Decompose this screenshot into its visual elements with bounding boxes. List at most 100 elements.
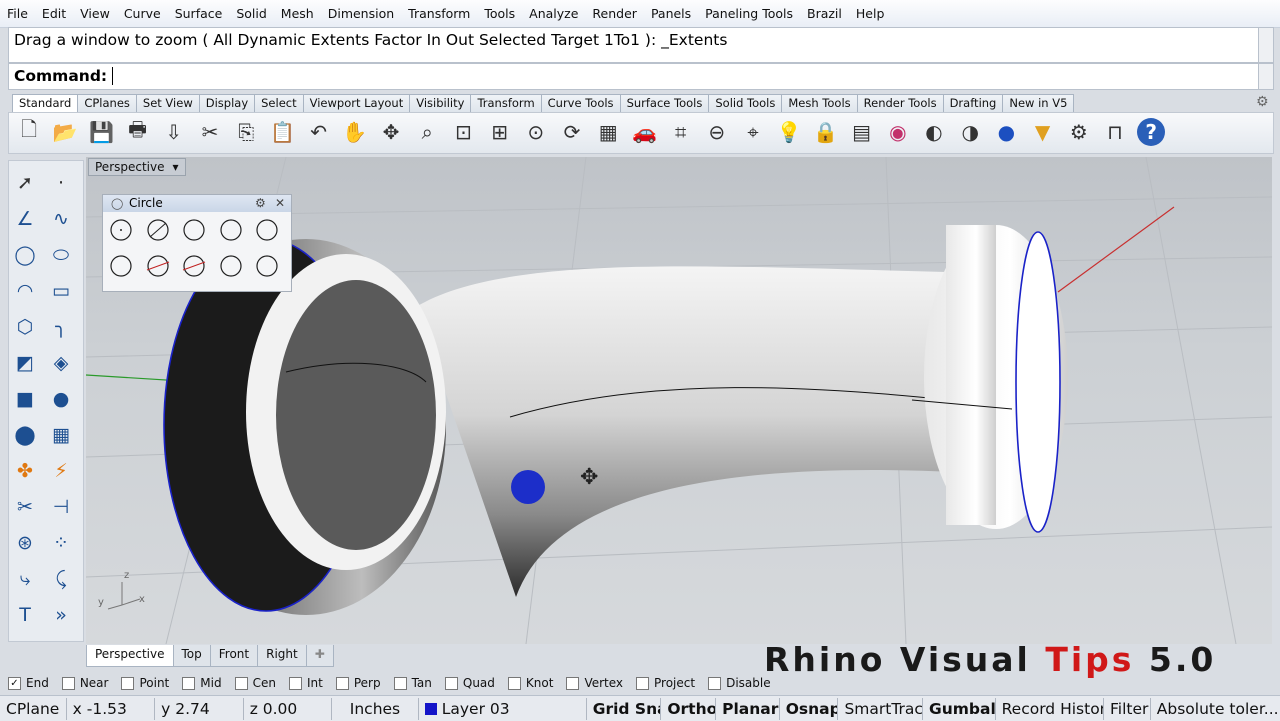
circle-center-radius-icon[interactable] <box>107 216 135 244</box>
open-folder-icon[interactable]: 📂 <box>51 118 79 146</box>
menu-item-file[interactable]: File <box>0 6 35 21</box>
more-icon[interactable]: » <box>47 601 75 629</box>
cylinder-icon[interactable]: ⬤ <box>11 421 39 449</box>
osnap-disable[interactable]: Disable <box>708 676 771 690</box>
tab-display[interactable]: Display <box>198 94 256 112</box>
menu-item-brazil[interactable]: Brazil <box>800 6 849 21</box>
circle-3pt-icon[interactable] <box>180 216 208 244</box>
osnap-end[interactable]: ✓ End <box>8 676 49 690</box>
osnap-point[interactable]: Point <box>121 676 169 690</box>
select-arrow-icon[interactable]: ➚ <box>11 169 39 197</box>
menu-item-analyze[interactable]: Analyze <box>522 6 585 21</box>
tab-transform[interactable]: Transform <box>470 94 542 112</box>
join-icon[interactable]: ⁘ <box>47 529 75 557</box>
point-icon[interactable]: · <box>47 169 75 197</box>
filter-toggle[interactable]: Filter <box>1104 697 1151 720</box>
osnap-tan[interactable]: Tan <box>393 676 432 690</box>
tab-new-in-v5[interactable]: New in V5 <box>1002 94 1075 112</box>
polyline-icon[interactable]: ∠ <box>11 205 39 233</box>
record-history-toggle[interactable]: Record Histor <box>996 697 1104 720</box>
sphere-icon[interactable]: ● <box>992 118 1020 146</box>
menu-item-view[interactable]: View <box>73 6 117 21</box>
osnap-checkbox[interactable] <box>566 676 580 690</box>
command-input[interactable]: Command: <box>8 63 1260 90</box>
snap-icon[interactable]: ⌖ <box>739 118 767 146</box>
osnap-knot[interactable]: Knot <box>507 676 553 690</box>
group-icon[interactable]: ⊛ <box>11 529 39 557</box>
viewport-tab-front[interactable]: Front <box>209 645 259 667</box>
mesh-icon[interactable]: ▦ <box>47 421 75 449</box>
transform-icon[interactable]: ✤ <box>11 457 39 485</box>
grid-snap-toggle[interactable]: Grid Sna <box>587 697 662 720</box>
menu-item-surface[interactable]: Surface <box>168 6 230 21</box>
tab-standard[interactable]: Standard <box>12 94 79 112</box>
box-icon[interactable]: ■ <box>11 385 39 413</box>
osnap-checkbox[interactable] <box>636 676 650 690</box>
arc-icon[interactable]: ◠ <box>11 277 39 305</box>
menu-item-tools[interactable]: Tools <box>477 6 522 21</box>
osnap-checkbox[interactable] <box>507 676 521 690</box>
split-icon[interactable]: ⊣ <box>47 493 75 521</box>
sphere-icon[interactable]: ● <box>47 385 75 413</box>
osnap-checkbox[interactable] <box>444 676 458 690</box>
smarttrack-toggle[interactable]: SmartTrack <box>838 697 923 720</box>
osnap-checkbox[interactable] <box>393 676 407 690</box>
menu-item-dimension[interactable]: Dimension <box>321 6 401 21</box>
zoom-icon[interactable]: ⌕ <box>413 118 441 146</box>
gumball-toggle[interactable]: Gumbal <box>923 697 996 720</box>
chevron-down-icon[interactable]: ▾ <box>173 160 179 174</box>
cplane-label[interactable]: CPlane <box>0 697 67 720</box>
new-file-icon[interactable]: 🗋 <box>15 117 43 146</box>
menu-item-panels[interactable]: Panels <box>644 6 698 21</box>
tab-set-view[interactable]: Set View <box>135 94 200 112</box>
circle-icon[interactable]: ◯ <box>11 241 39 269</box>
command-scrollbar[interactable] <box>1258 63 1274 90</box>
planar-toggle[interactable]: Planar <box>716 697 780 720</box>
circle-fit-points-icon[interactable] <box>217 252 245 280</box>
tab-solid-tools[interactable]: Solid Tools <box>708 94 783 112</box>
rotate-icon[interactable]: ⟳ <box>558 118 586 146</box>
curve-from-object-icon[interactable]: ⤷ <box>11 565 39 593</box>
osnap-checkbox[interactable] <box>121 676 135 690</box>
add-viewport-tab-icon[interactable]: ✚ <box>305 645 334 667</box>
osnap-toggle[interactable]: Osnap <box>780 697 839 720</box>
array-icon[interactable]: ⚡ <box>47 457 75 485</box>
gumball-sphere[interactable] <box>511 470 545 504</box>
filter-icon[interactable]: ▼ <box>1029 118 1057 146</box>
viewport-tab-top[interactable]: Top <box>172 645 211 667</box>
tab-visibility[interactable]: Visibility <box>409 94 472 112</box>
tab-cplanes[interactable]: CPlanes <box>77 94 137 112</box>
lock-icon[interactable]: 🔒 <box>811 118 839 146</box>
circle-diameter-icon[interactable] <box>144 216 172 244</box>
osnap-near[interactable]: Near <box>61 676 108 690</box>
curve-icon[interactable]: ∿ <box>47 205 75 233</box>
pan-hand-icon[interactable]: ✋ <box>341 118 369 146</box>
dimension-icon[interactable]: ⤹ <box>47 565 75 593</box>
undo-icon[interactable]: ↶ <box>305 118 333 146</box>
menu-item-mesh[interactable]: Mesh <box>274 6 321 21</box>
viewport-title-tab[interactable]: Perspective ▾ <box>88 158 186 176</box>
viewport-tab-perspective[interactable]: Perspective <box>86 645 174 667</box>
osnap-checkbox[interactable] <box>708 676 722 690</box>
lightbulb-icon[interactable]: 💡 <box>775 118 803 146</box>
osnap-project[interactable]: Project <box>636 676 695 690</box>
units-label[interactable]: Inches <box>332 697 419 720</box>
close-icon[interactable]: ✕ <box>275 196 285 210</box>
tab-surface-tools[interactable]: Surface Tools <box>619 94 710 112</box>
tab-curve-tools[interactable]: Curve Tools <box>540 94 621 112</box>
import-icon[interactable]: ⇩ <box>160 118 188 146</box>
trim-icon[interactable]: ✂ <box>11 493 39 521</box>
cut-icon[interactable]: ✂ <box>196 118 224 146</box>
color-wheel-icon[interactable]: ◉ <box>884 118 912 146</box>
osnap-checkbox[interactable] <box>234 676 248 690</box>
four-view-icon[interactable]: ▦ <box>594 118 622 146</box>
shade-icon[interactable]: ◐ <box>920 118 948 146</box>
zoom-extents-icon[interactable]: ⊞ <box>486 118 514 146</box>
ellipse-icon[interactable]: ⬭ <box>47 241 75 269</box>
tab-viewport-layout[interactable]: Viewport Layout <box>302 94 411 112</box>
grid-icon[interactable]: ⌗ <box>667 118 695 146</box>
gear-icon[interactable]: ⚙ <box>255 196 266 210</box>
circle-tangent-2-icon[interactable] <box>180 252 208 280</box>
osnap-vertex[interactable]: Vertex <box>566 676 623 690</box>
tab-select[interactable]: Select <box>254 94 304 112</box>
